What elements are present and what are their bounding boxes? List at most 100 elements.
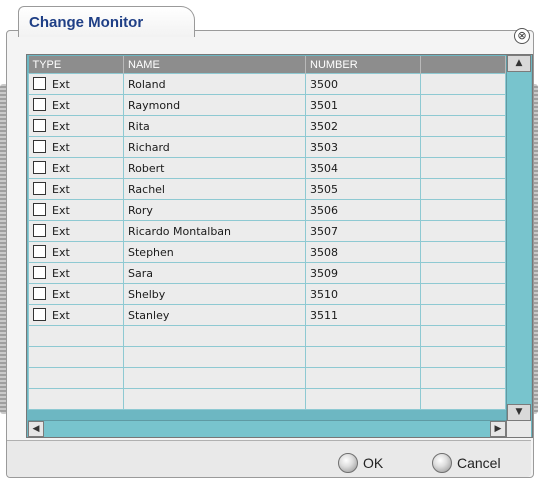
type-value: Ext bbox=[52, 225, 70, 238]
horizontal-scrollbar[interactable]: ◀ ▶ bbox=[28, 420, 506, 437]
row-checkbox[interactable] bbox=[33, 77, 46, 90]
type-value: Ext bbox=[52, 288, 70, 301]
empty-cell bbox=[123, 367, 306, 389]
empty-cell bbox=[420, 346, 506, 368]
type-cell[interactable]: Ext bbox=[28, 262, 124, 284]
table-row[interactable]: Ext Robert 3504 bbox=[28, 157, 506, 179]
number-cell: 3505 bbox=[305, 178, 421, 200]
empty-cell bbox=[28, 325, 124, 347]
empty-table-row bbox=[28, 346, 506, 368]
type-cell[interactable]: Ext bbox=[28, 178, 124, 200]
type-cell[interactable]: Ext bbox=[28, 115, 124, 137]
row-checkbox[interactable] bbox=[33, 266, 46, 279]
name-cell: Roland bbox=[123, 73, 306, 95]
number-cell: 3509 bbox=[305, 262, 421, 284]
extra-cell bbox=[420, 199, 506, 221]
empty-table-row bbox=[28, 367, 506, 389]
type-cell[interactable]: Ext bbox=[28, 283, 124, 305]
empty-cell bbox=[28, 346, 124, 368]
table-row[interactable]: Ext Richard 3503 bbox=[28, 136, 506, 158]
extra-cell bbox=[420, 241, 506, 263]
table-row[interactable]: Ext Rita 3502 bbox=[28, 115, 506, 137]
type-cell[interactable]: Ext bbox=[28, 157, 124, 179]
arrow-right-icon[interactable]: ▶ bbox=[490, 421, 506, 437]
cancel-button-label: Cancel bbox=[457, 455, 501, 471]
empty-cell bbox=[420, 388, 506, 410]
type-cell[interactable]: Ext bbox=[28, 241, 124, 263]
vertical-scrollbar[interactable]: ▲ ▼ bbox=[506, 55, 531, 421]
type-value: Ext bbox=[52, 267, 70, 280]
empty-cell bbox=[28, 367, 124, 389]
monitor-table: TYPE NAME NUMBER Ext Roland 3500 Ext Raymond… bbox=[28, 56, 506, 410]
type-value: Ext bbox=[52, 309, 70, 322]
row-checkbox[interactable] bbox=[33, 140, 46, 153]
row-checkbox[interactable] bbox=[33, 308, 46, 321]
row-checkbox[interactable] bbox=[33, 182, 46, 195]
row-checkbox[interactable] bbox=[33, 224, 46, 237]
extra-cell bbox=[420, 115, 506, 137]
empty-cell bbox=[28, 388, 124, 410]
row-checkbox[interactable] bbox=[33, 119, 46, 132]
arrow-down-icon[interactable]: ▼ bbox=[507, 404, 531, 421]
table-row[interactable]: Ext Sara 3509 bbox=[28, 262, 506, 284]
empty-cell bbox=[420, 325, 506, 347]
empty-cell bbox=[123, 388, 306, 410]
column-header-name[interactable]: NAME bbox=[123, 56, 306, 74]
scrollbar-corner bbox=[506, 420, 531, 437]
table-header-row: TYPE NAME NUMBER bbox=[28, 56, 506, 74]
extra-cell bbox=[420, 136, 506, 158]
table-row[interactable]: Ext Stanley 3511 bbox=[28, 304, 506, 326]
table-row[interactable]: Ext Rory 3506 bbox=[28, 199, 506, 221]
extra-cell bbox=[420, 157, 506, 179]
type-cell[interactable]: Ext bbox=[28, 199, 124, 221]
table-row[interactable]: Ext Raymond 3501 bbox=[28, 94, 506, 116]
name-cell: Robert bbox=[123, 157, 306, 179]
type-cell[interactable]: Ext bbox=[28, 136, 124, 158]
number-cell: 3511 bbox=[305, 304, 421, 326]
close-icon[interactable]: ⊗ bbox=[514, 28, 530, 44]
row-checkbox[interactable] bbox=[33, 245, 46, 258]
number-cell: 3501 bbox=[305, 94, 421, 116]
extra-cell bbox=[420, 94, 506, 116]
table-row[interactable]: Ext Roland 3500 bbox=[28, 73, 506, 95]
type-cell[interactable]: Ext bbox=[28, 94, 124, 116]
name-cell: Ricardo Montalban bbox=[123, 220, 306, 242]
row-checkbox[interactable] bbox=[33, 98, 46, 111]
ok-button-label: OK bbox=[363, 455, 384, 471]
arrow-up-icon[interactable]: ▲ bbox=[507, 55, 531, 72]
row-checkbox[interactable] bbox=[33, 203, 46, 216]
extra-cell bbox=[420, 262, 506, 284]
extra-cell bbox=[420, 304, 506, 326]
number-cell: 3500 bbox=[305, 73, 421, 95]
table-row[interactable]: Ext Ricardo Montalban 3507 bbox=[28, 220, 506, 242]
cancel-button[interactable]: Cancel bbox=[432, 452, 501, 474]
empty-cell bbox=[305, 346, 421, 368]
extra-cell bbox=[420, 220, 506, 242]
table-row[interactable]: Ext Shelby 3510 bbox=[28, 283, 506, 305]
type-cell[interactable]: Ext bbox=[28, 73, 124, 95]
table-row[interactable]: Ext Stephen 3508 bbox=[28, 241, 506, 263]
ok-button[interactable]: OK bbox=[338, 452, 383, 474]
number-cell: 3507 bbox=[305, 220, 421, 242]
empty-cell bbox=[305, 388, 421, 410]
type-value: Ext bbox=[52, 246, 70, 259]
number-cell: 3504 bbox=[305, 157, 421, 179]
empty-table-row bbox=[28, 388, 506, 410]
table-row[interactable]: Ext Rachel 3505 bbox=[28, 178, 506, 200]
row-checkbox[interactable] bbox=[33, 287, 46, 300]
type-cell[interactable]: Ext bbox=[28, 304, 124, 326]
name-cell: Rita bbox=[123, 115, 306, 137]
dialog-title: Change Monitor bbox=[29, 14, 144, 31]
radio-orb-icon bbox=[338, 453, 358, 473]
extra-cell bbox=[420, 283, 506, 305]
type-cell[interactable]: Ext bbox=[28, 220, 124, 242]
column-header-extra[interactable] bbox=[420, 56, 506, 74]
number-cell: 3502 bbox=[305, 115, 421, 137]
name-cell: Sara bbox=[123, 262, 306, 284]
name-cell: Stanley bbox=[123, 304, 306, 326]
arrow-left-icon[interactable]: ◀ bbox=[28, 421, 44, 437]
column-header-type[interactable]: TYPE bbox=[28, 56, 124, 74]
column-header-number[interactable]: NUMBER bbox=[305, 56, 421, 74]
row-checkbox[interactable] bbox=[33, 161, 46, 174]
number-cell: 3506 bbox=[305, 199, 421, 221]
